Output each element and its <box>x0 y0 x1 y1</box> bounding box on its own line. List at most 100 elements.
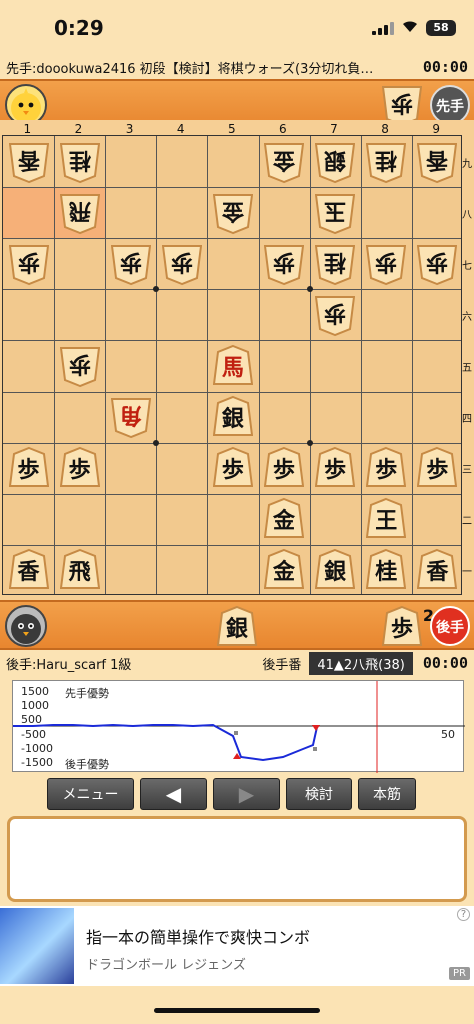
gote-piece[interactable]: 玉 <box>315 191 356 235</box>
battery-icon: 58 <box>426 19 456 36</box>
gote-piece[interactable]: 歩 <box>366 242 407 286</box>
sente-piece[interactable]: 歩 <box>264 446 305 490</box>
shogi-board[interactable]: 香桂金銀桂香飛金玉歩歩歩歩桂歩歩歩歩馬角銀歩歩歩歩歩歩歩金王香飛金銀桂香 <box>2 135 462 595</box>
sente-piece[interactable]: 歩 <box>417 446 458 490</box>
gote-piece[interactable]: 桂 <box>315 242 356 286</box>
rank-label: 四 <box>462 414 472 426</box>
graph-triangle-down <box>312 725 320 731</box>
sente-piece[interactable]: 香 <box>8 548 49 592</box>
next-move-button[interactable]: ▶ <box>213 778 280 810</box>
home-indicator[interactable] <box>154 1008 320 1013</box>
status-icons: 58 <box>372 18 456 37</box>
sente-piece[interactable]: 飛 <box>59 548 100 592</box>
gote-piece[interactable]: 銀 <box>315 140 356 184</box>
sente-piece[interactable]: 王 <box>366 497 407 541</box>
sente-piece[interactable]: 金 <box>264 497 305 541</box>
file-label: 6 <box>279 122 287 136</box>
sente-piece[interactable]: 歩 <box>8 446 49 490</box>
rank-label: 七 <box>462 260 472 272</box>
gote-piece[interactable]: 角 <box>110 395 151 439</box>
graph-label-1000: 1000 <box>21 699 49 712</box>
sente-player-title: 先手:doookuwa2416 初段【検討】将棋ウォーズ(3分切れ負… <box>6 61 374 77</box>
gote-piece[interactable]: 飛 <box>59 191 100 235</box>
sente-piece[interactable]: 銀 <box>315 548 356 592</box>
evaluation-graph[interactable]: 1500 先手優勢 1000 500 -500 -1000 -1500 後手優勢… <box>12 680 465 773</box>
gote-piece[interactable]: 金 <box>212 191 253 235</box>
gote-avatar[interactable] <box>5 605 47 647</box>
graph-label-m500: -500 <box>21 728 46 741</box>
gote-piece[interactable]: 金 <box>264 140 305 184</box>
star-point <box>153 439 160 446</box>
gote-piece[interactable]: 桂 <box>59 140 100 184</box>
sente-clock: 00:00 <box>422 58 468 76</box>
game-title-bar: 先手:doookuwa2416 初段【検討】将棋ウォーズ(3分切れ負… 00:0… <box>0 55 474 79</box>
graph-marker <box>234 731 238 735</box>
file-label: 2 <box>74 122 83 136</box>
grid-line <box>207 136 209 594</box>
status-bar: 0:29 58 <box>0 0 474 52</box>
gote-piece[interactable]: 桂 <box>366 140 407 184</box>
grid-line <box>3 391 461 393</box>
sente-piece[interactable]: 歩 <box>212 446 253 490</box>
gote-badge: 後手 <box>430 606 470 646</box>
menu-button[interactable]: メニュー <box>47 778 134 810</box>
gote-piece[interactable]: 歩 <box>8 242 49 286</box>
gote-piece[interactable]: 香 <box>8 140 49 184</box>
sente-piece[interactable]: 歩 <box>59 446 100 490</box>
shogi-board-area: 123456789 九八七六五四三二一 香桂金銀桂香飛金玉歩歩歩歩桂歩歩歩歩馬角… <box>0 120 474 600</box>
sente-piece[interactable]: 香 <box>417 548 458 592</box>
graph-label-gote-adv: 後手優勢 <box>65 758 109 771</box>
grid-line <box>3 340 461 342</box>
ad-image[interactable] <box>0 908 74 984</box>
ad-subtitle[interactable]: ドラゴンボール レジェンズ <box>86 954 246 973</box>
graph-label-50: 50 <box>441 728 455 741</box>
gote-piece[interactable]: 香 <box>417 140 458 184</box>
rank-label: 九 <box>462 158 472 170</box>
graph-label-500: 500 <box>21 713 42 726</box>
star-point <box>306 286 313 293</box>
sente-piece[interactable]: 金 <box>264 548 305 592</box>
honsuji-button[interactable]: 本筋 <box>358 778 416 810</box>
sente-piece[interactable]: 銀 <box>212 395 253 439</box>
gote-piece[interactable]: 歩 <box>110 242 151 286</box>
sente-piece[interactable]: 馬 <box>212 344 253 388</box>
gote-clock: 00:00 <box>422 654 468 672</box>
turn-label: 後手番 <box>262 657 302 673</box>
ad-info-icon[interactable]: ? <box>457 908 470 921</box>
grid-line <box>105 136 107 594</box>
signal-icon <box>372 21 394 35</box>
kento-button[interactable]: 検討 <box>286 778 352 810</box>
grid-line <box>54 136 56 594</box>
control-bar: メニュー ◀ ▶ 検討 本筋 <box>0 778 474 812</box>
rank-label: 八 <box>462 209 472 221</box>
graph-label-m1500: -1500 <box>21 756 53 769</box>
gote-piece[interactable]: 歩 <box>315 293 356 337</box>
rank-label: 三 <box>462 465 472 477</box>
sente-piece[interactable]: 歩 <box>366 446 407 490</box>
rank-label: 六 <box>462 311 472 323</box>
grid-line <box>258 136 260 594</box>
grid-line <box>3 442 461 444</box>
gote-piece[interactable]: 歩 <box>417 242 458 286</box>
rank-label: 二 <box>462 516 472 528</box>
prev-move-button[interactable]: ◀ <box>140 778 207 810</box>
grid-line <box>360 136 362 594</box>
sente-piece[interactable]: 歩 <box>315 446 356 490</box>
gote-info-row: 後手:Haru_scarf 1級 後手番 41▲2八飛(38) 00:00 <box>0 650 474 676</box>
gote-piece[interactable]: 歩 <box>59 344 100 388</box>
file-label: 7 <box>330 122 338 136</box>
sente-piece[interactable]: 桂 <box>366 548 407 592</box>
gote-hand-silver[interactable]: 銀 <box>217 605 257 649</box>
gote-piece[interactable]: 歩 <box>161 242 202 286</box>
grid-line <box>3 544 461 546</box>
ad-banner[interactable]: 指一本の簡単操作で爽快コンボ ドラゴンボール レジェンズ ? PR <box>0 906 474 986</box>
file-label: 3 <box>125 122 134 136</box>
comment-box[interactable] <box>7 816 467 902</box>
file-label: 4 <box>176 122 185 136</box>
grid-line <box>3 238 461 240</box>
gote-piece[interactable]: 歩 <box>264 242 305 286</box>
ad-title[interactable]: 指一本の簡単操作で爽快コンボ <box>86 924 310 948</box>
rank-label: 一 <box>462 567 472 579</box>
gote-hand-pawn[interactable]: 歩 <box>382 605 422 649</box>
grid-line <box>411 136 413 594</box>
